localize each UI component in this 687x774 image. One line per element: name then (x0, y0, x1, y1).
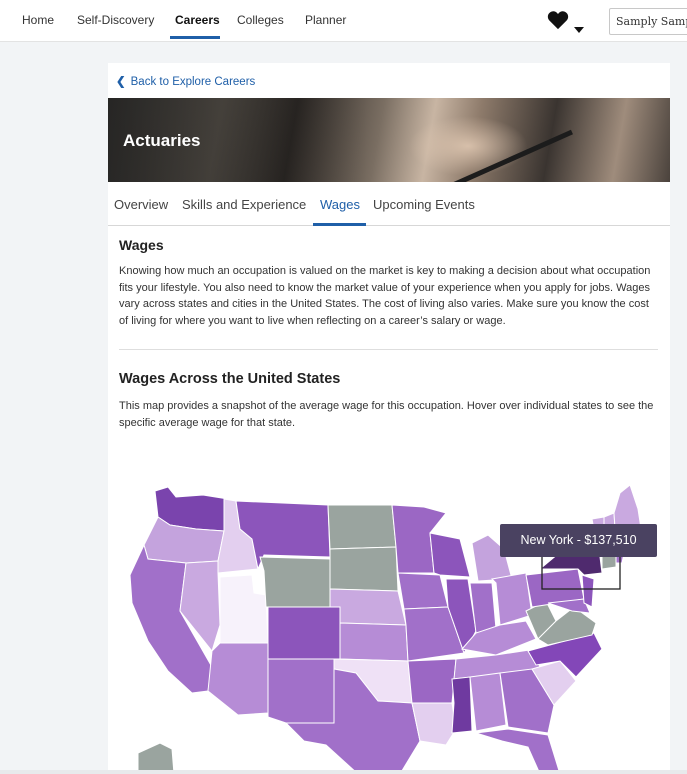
map-tooltip: New York - $137,510 (500, 524, 657, 557)
career-card: ❮ Back to Explore Careers Actuaries Overv… (108, 63, 670, 774)
state-nebraska[interactable] (329, 588, 407, 626)
nav-planner[interactable]: Planner (305, 13, 346, 27)
state-new-jersey[interactable] (581, 574, 595, 608)
wages-map-description: This map provides a snapshot of the aver… (119, 400, 654, 429)
nav-active-indicator (170, 36, 220, 39)
page-bottom-edge (0, 770, 687, 774)
state-iowa[interactable] (397, 572, 449, 610)
section-divider (119, 349, 658, 350)
back-to-explore-careers-link[interactable]: ❮ Back to Explore Careers (116, 74, 255, 88)
nav-self-discovery[interactable]: Self-Discovery (77, 13, 154, 27)
tab-wages[interactable]: Wages (320, 197, 360, 212)
state-arkansas[interactable] (407, 658, 457, 704)
tab-skills-and-experience[interactable]: Skills and Experience (182, 197, 306, 212)
state-north-dakota[interactable] (327, 504, 397, 550)
state-south-dakota[interactable] (329, 546, 399, 592)
chevron-left-icon: ❮ (116, 76, 126, 88)
career-banner: Actuaries (108, 98, 670, 182)
wages-map-heading: Wages Across the United States (119, 371, 341, 387)
caret-down-icon[interactable] (574, 27, 584, 33)
state-new-mexico[interactable] (267, 658, 335, 724)
state-kansas[interactable] (339, 622, 409, 662)
state-mississippi[interactable] (451, 676, 473, 734)
state-arizona[interactable] (207, 642, 269, 716)
nav-home[interactable]: Home (22, 13, 54, 27)
nav-colleges[interactable]: Colleges (237, 13, 284, 27)
tab-upcoming-events[interactable]: Upcoming Events (373, 197, 475, 212)
state-alabama[interactable] (469, 672, 507, 732)
state-florida[interactable] (475, 728, 561, 774)
state-colorado[interactable] (267, 606, 341, 660)
page-title: Actuaries (123, 131, 201, 150)
wages-description: Knowing how much an occupation is valued… (119, 265, 651, 327)
career-tabs: Overview Skills and Experience Wages Upc… (108, 194, 670, 226)
back-link-label: Back to Explore Careers (130, 76, 256, 88)
state-utah[interactable] (219, 574, 269, 644)
state-wisconsin[interactable] (429, 532, 471, 578)
user-menu[interactable]: Samply Sample (609, 8, 687, 35)
state-wyoming[interactable] (259, 556, 331, 608)
heart-icon[interactable] (547, 10, 569, 30)
tab-active-indicator (313, 223, 366, 226)
tab-overview[interactable]: Overview (114, 197, 168, 212)
wages-heading: Wages (119, 237, 164, 253)
nav-careers[interactable]: Careers (175, 13, 220, 27)
state-ohio[interactable] (490, 572, 533, 626)
top-nav: Home Self-Discovery Careers Colleges Pla… (0, 0, 687, 42)
